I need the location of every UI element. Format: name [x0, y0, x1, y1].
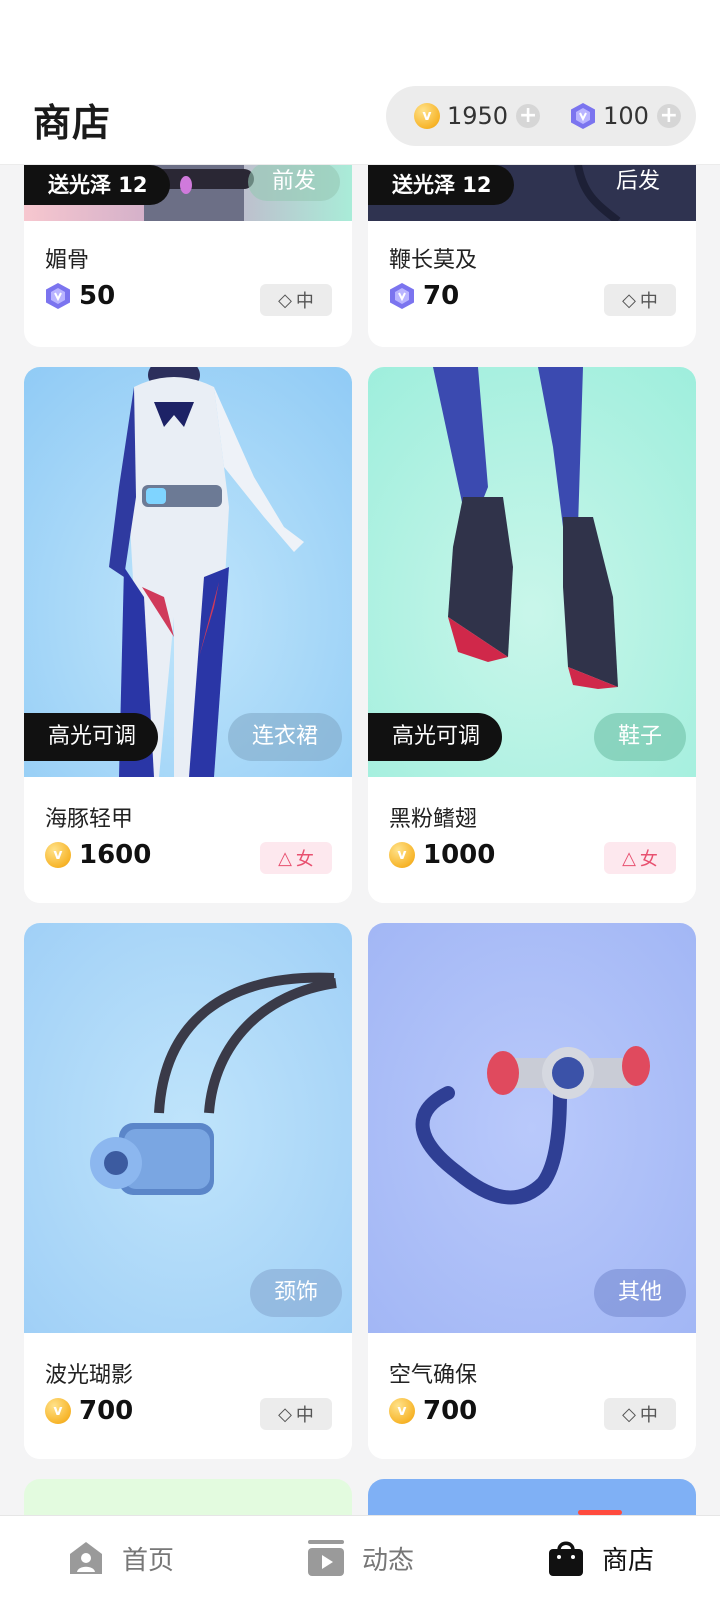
nav-home-label: 首页	[121, 1545, 174, 1576]
product-price: 50	[45, 281, 115, 311]
gender-tag: △ 女	[260, 842, 332, 874]
nav-home[interactable]: 首页	[0, 1516, 240, 1600]
category-tag: 颈饰	[249, 1269, 342, 1317]
add-coins-button[interactable]: +	[516, 104, 541, 128]
product-info: 海豚轻甲 v 1600 △ 女	[24, 777, 352, 903]
product-name: 黑粉鳍翅	[389, 807, 478, 832]
gender-tag: ◇ 中	[260, 284, 332, 316]
video-feed-icon	[307, 1540, 344, 1576]
gender-tag: ◇ 中	[604, 284, 676, 316]
product-info: 空气确保 v 700 ◇ 中	[368, 1333, 696, 1459]
coin-balance: 1950	[447, 102, 509, 130]
gender-tag: ◇ 中	[604, 1398, 676, 1430]
product-name: 媚骨	[45, 248, 90, 273]
category-tag: 后发	[615, 169, 660, 194]
product-card-meigu[interactable]: 送光泽 12 前发 媚骨 50 ◇ 中	[24, 165, 352, 347]
product-price: v 1000	[389, 840, 495, 870]
gender-tag: ◇ 中	[260, 1398, 332, 1430]
triangle-icon: △	[622, 847, 636, 869]
price-value: 1000	[423, 840, 496, 870]
promo-tag: 送光泽 12	[24, 165, 170, 205]
product-price: v 1600	[45, 840, 151, 870]
price-value: 70	[423, 281, 460, 311]
top-bar: 商店 v 1950 + 100 +	[0, 0, 720, 165]
add-gems-button[interactable]: +	[656, 104, 681, 128]
shopping-bag-icon	[548, 1541, 583, 1576]
product-name: 空气确保	[389, 1363, 478, 1388]
price-value: 1600	[79, 840, 152, 870]
page-title: 商店	[33, 101, 112, 145]
product-card-boguang[interactable]: 颈饰 波光瑚影 v 700 ◇ 中	[24, 923, 352, 1459]
category-tag: 前发	[247, 165, 340, 201]
product-name: 波光瑚影	[45, 1363, 134, 1388]
category-tag: 连衣裙	[227, 713, 342, 761]
coin-icon: v	[45, 842, 71, 868]
price-value: 700	[423, 1396, 478, 1426]
wallet-balance: v 1950 + 100 +	[386, 86, 696, 146]
product-card-heifen[interactable]: 高光可调 鞋子 黑粉鳍翅 v 1000 △ 女	[368, 367, 696, 903]
price-value: 50	[79, 281, 116, 311]
promo-tag: 送光泽 12	[368, 165, 514, 205]
price-value: 700	[79, 1396, 134, 1426]
gem-icon	[46, 283, 70, 309]
category-tag: 其他	[593, 1269, 686, 1317]
product-info: 波光瑚影 v 700 ◇ 中	[24, 1333, 352, 1459]
active-tab-indicator	[578, 1510, 622, 1515]
gender-tag: △ 女	[604, 842, 676, 874]
nav-feed[interactable]: 动态	[240, 1516, 480, 1600]
coin-icon: v	[389, 1398, 415, 1424]
diamond-icon: ◇	[622, 289, 636, 311]
coin-icon: v	[389, 842, 415, 868]
product-card-haitun[interactable]: 高光可调 连衣裙 海豚轻甲 v 1600 △ 女	[24, 367, 352, 903]
gem-icon	[571, 103, 596, 129]
product-card-bianchang[interactable]: 送光泽 12 后发 鞭长莫及 70 ◇ 中	[368, 165, 696, 347]
nav-shop-label: 商店	[601, 1545, 654, 1576]
triangle-icon: △	[278, 847, 292, 869]
product-name: 海豚轻甲	[45, 807, 134, 832]
diamond-icon: ◇	[622, 1403, 636, 1425]
product-info: 黑粉鳍翅 v 1000 △ 女	[368, 777, 696, 903]
gem-icon	[390, 283, 414, 309]
nav-shop[interactable]: 商店	[480, 1516, 720, 1600]
product-name: 鞭长莫及	[389, 248, 478, 273]
coin-icon: v	[45, 1398, 71, 1424]
nav-feed-label: 动态	[361, 1545, 414, 1576]
product-price: v 700	[389, 1396, 477, 1426]
bottom-navigation: 首页 动态 商店	[0, 1510, 720, 1600]
product-price: v 700	[45, 1396, 133, 1426]
gem-balance: 100	[603, 102, 649, 130]
diamond-icon: ◇	[278, 289, 292, 311]
coin-icon: v	[414, 103, 440, 129]
product-grid: 送光泽 12 前发 媚骨 50 ◇ 中 送光泽 12 后发 鞭长莫及 70 ◇ 中	[0, 0, 720, 1600]
category-tag: 鞋子	[593, 713, 686, 761]
feature-tag: 高光可调	[24, 713, 159, 761]
diamond-icon: ◇	[278, 1403, 292, 1425]
feature-tag: 高光可调	[368, 713, 503, 761]
home-icon	[69, 1542, 102, 1574]
product-card-kongqi[interactable]: 其他 空气确保 v 700 ◇ 中	[368, 923, 696, 1459]
product-price: 70	[389, 281, 459, 311]
